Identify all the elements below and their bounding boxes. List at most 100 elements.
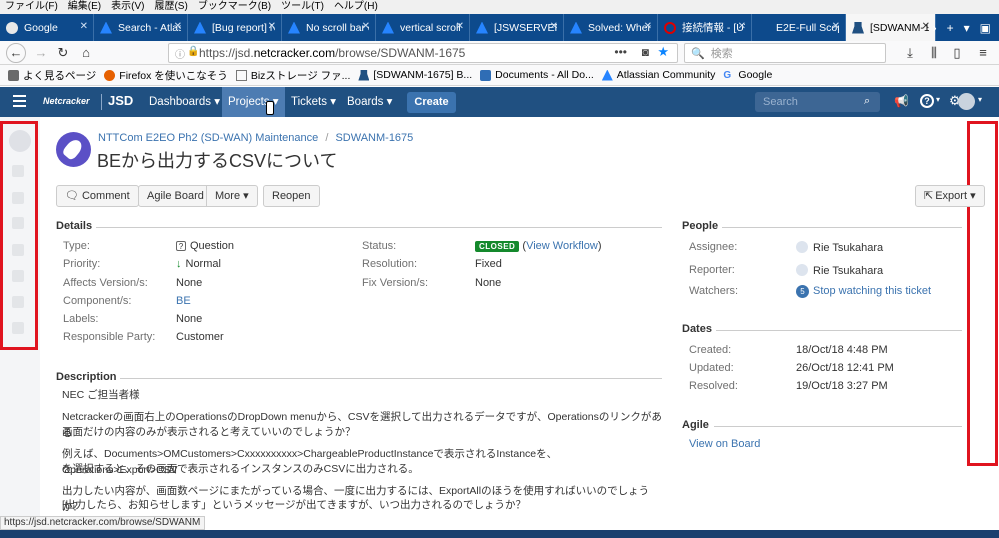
tab-list-icon[interactable]: › [933,21,937,35]
browser-tab-active[interactable]: [SDWANM-1 ✕ [846,14,936,41]
description-line: 画面だけの内容のみが表示されると考えていいのでしょうか？ [62,426,356,438]
tab-title: [JSWSERVER-1 [494,21,557,34]
issue-title[interactable]: BEから出力するCSVについて [97,147,337,173]
home-icon[interactable]: ⌂ [77,44,95,62]
browser-tab[interactable]: 接続情報 - [UT ✕ [658,14,752,41]
close-icon[interactable]: ✕ [832,21,840,32]
browser-search-input[interactable]: 🔍 検索 [684,43,886,63]
create-button[interactable]: Create [407,92,456,113]
menu-history[interactable]: 履歴(S) [149,0,192,14]
brand-logo[interactable]: Netcracker [43,96,90,106]
bookmark-item[interactable]: よく見るページ [8,68,96,83]
sidebar-toggle-icon[interactable]: ▯ [948,44,966,62]
bookmark-label: [SDWANM-1675] B... [373,69,473,81]
bookmark-item[interactable]: Bizストレージ ファ... [235,68,351,83]
pocket-icon[interactable]: ◙ [642,45,649,59]
view-on-board-link[interactable]: View on Board [689,438,760,450]
downloads-icon[interactable]: ⤓ [901,44,919,62]
menu-dashboards[interactable]: Dashboards ▾ [143,87,226,117]
menu-file[interactable]: ファイル(F) [0,0,63,14]
bookmark-item[interactable]: [SDWANM-1675] B... [358,69,472,81]
jira-search-input[interactable]: Search [755,92,880,112]
comment-label: Comment [81,190,130,202]
browser-tab[interactable]: Search - Atlassi✕ [94,14,188,41]
menu-bookmarks[interactable]: ブックマーク(B) [193,0,276,14]
app-switcher-icon[interactable] [13,95,26,107]
help-icon[interactable]: ? [920,94,934,108]
menu-projects[interactable]: Projects ▾ [222,87,285,117]
close-icon[interactable]: ✕ [174,21,182,32]
url-bar[interactable]: ⓘ 🔒 https://jsd.netcracker.com/browse/SD… [168,43,678,63]
export-button[interactable]: ⇱ Export ▾ [915,185,985,207]
browser-tab[interactable]: Google ✕ [0,14,94,41]
close-icon[interactable]: ✕ [456,21,464,32]
tab-title: E2E-Full Scope [776,21,839,34]
menu-edit[interactable]: 編集(E) [63,0,106,14]
browser-tab[interactable]: [JSWSERVER-1✕ [470,14,564,41]
breadcrumb-issue-key[interactable]: SDWANM-1675 [335,132,413,144]
reporter-label: Reporter: [689,264,735,276]
close-icon[interactable]: ✕ [550,21,558,32]
reporter-value[interactable]: Rie Tsukahara [796,264,883,277]
reload-icon[interactable]: ↻ [54,44,72,62]
atlassian-icon [100,21,112,34]
resolution-value: Fixed [475,258,502,270]
menu-tools[interactable]: ツール(T) [276,0,329,14]
bookmark-label: Atlassian Community [616,69,716,81]
new-tab-icon[interactable]: + [947,21,954,35]
resolution-label: Resolution: [362,258,418,270]
view-workflow-link[interactable]: View Workflow [526,240,598,252]
menu-view[interactable]: 表示(V) [106,0,149,14]
browser-tab[interactable]: Solved: Where'✕ [564,14,658,41]
description-heading: Description [56,371,117,383]
component-link[interactable]: BE [176,295,191,307]
priority-label: Priority: [63,258,101,270]
menu-boards[interactable]: Boards ▾ [341,87,398,117]
library-icon[interactable]: ⫼ [925,44,943,62]
bookmark-item[interactable]: Firefox を使いこなそう [104,68,228,83]
product-name[interactable]: JSD [108,93,133,108]
close-icon[interactable]: ✕ [738,21,746,32]
menu-tickets[interactable]: Tickets ▾ [285,87,342,117]
browser-tab[interactable]: vertical scroll b ✕ [376,14,470,41]
bookmark-item[interactable]: Documents - All Do... [480,69,594,81]
close-icon[interactable]: ✕ [922,21,930,32]
user-avatar[interactable] [958,93,975,110]
browser-tab[interactable]: E2E-Full Scope✕ [752,14,846,41]
tabs-overview-icon[interactable]: ▾ [964,21,970,35]
browser-tab[interactable]: [Bug report] N ✕ [188,14,282,41]
tab-title: [SDWANM-1 [870,21,929,34]
stop-watching-link[interactable]: Stop watching this ticket [813,285,931,297]
reopen-button[interactable]: Reopen [263,185,320,207]
more-button[interactable]: More ▾ [206,185,258,207]
agile-board-button[interactable]: Agile Board [138,185,213,207]
created-value: 18/Oct/18 4:48 PM [796,344,888,356]
bookmark-label: Bizストレージ ファ... [250,69,351,82]
menu-help[interactable]: ヘルプ(H) [329,0,383,14]
hamburger-menu-icon[interactable]: ≡ [974,44,992,62]
browser-tab[interactable]: No scroll bar or✕ [282,14,376,41]
close-window-icon[interactable]: ▣ [980,21,991,35]
gear-icon [8,69,19,81]
info-icon[interactable]: ⓘ [175,46,185,61]
bookmark-label: Firefox を使いこなそう [119,69,228,82]
back-icon[interactable]: ← [6,43,26,63]
status-badge: CLOSED [475,241,520,252]
comment-button[interactable]: 🗨 Comment [56,185,139,207]
close-icon[interactable]: ✕ [362,21,370,32]
breadcrumb: NTTCom E2EO Ph2 (SD-WAN) Maintenance / S… [98,132,413,144]
page-actions-icon[interactable]: ••• [614,45,627,59]
arrow-down-icon: ↓ [176,258,182,270]
megaphone-icon[interactable]: 📢 [894,94,909,108]
close-icon[interactable]: ✕ [80,21,88,32]
breadcrumb-project-link[interactable]: NTTCom E2EO Ph2 (SD-WAN) Maintenance [98,132,318,144]
bookmark-star-icon[interactable]: ★ [657,44,669,60]
bookmark-item[interactable]: Atlassian Community [601,69,716,81]
close-icon[interactable]: ✕ [268,21,276,32]
bookmark-item[interactable]: G Google [723,69,772,81]
assignee-value[interactable]: Rie Tsukahara [796,241,883,254]
close-icon[interactable]: ✕ [644,21,652,32]
search-icon[interactable]: ⌕ [864,95,870,108]
forward-icon[interactable]: → [32,44,50,62]
export-icon: ⇱ [924,190,934,202]
